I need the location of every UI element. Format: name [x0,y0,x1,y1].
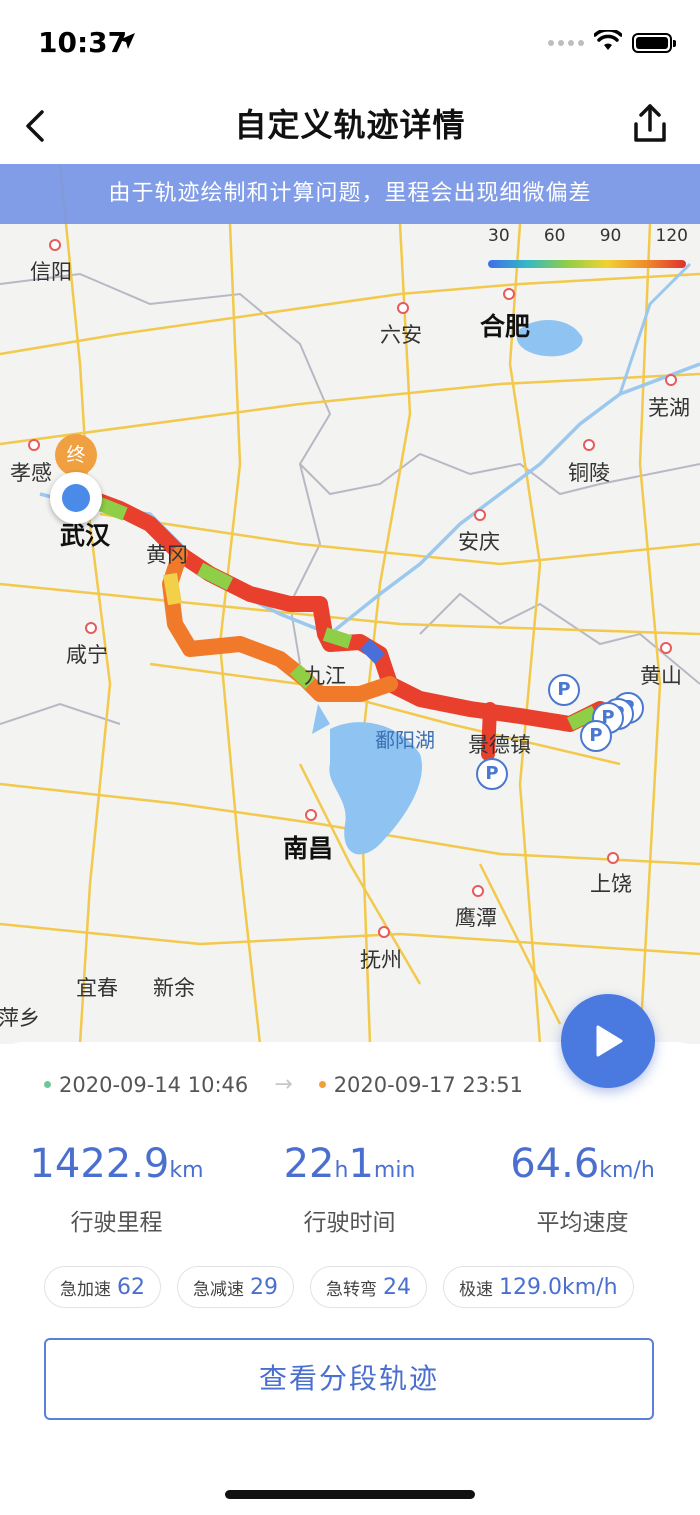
city-dot [474,509,486,521]
event-value: 129.0km/h [499,1274,618,1300]
event-label: 急加速 [60,1279,111,1300]
city-label: 鹰潭 [455,906,497,930]
event-value: 29 [250,1274,278,1300]
event-chip-hard-braking: 急减速 29 [177,1266,294,1308]
city-label: 宜春 [76,976,118,1000]
city-label: 新余 [153,976,195,1000]
city-dot [607,852,619,864]
legend-label: 60 [543,226,566,246]
nav-bar: 自定义轨迹详情 [0,86,700,164]
duration-hours-unit: h [334,1158,349,1183]
city-dot [397,302,409,314]
event-label: 极速 [459,1279,493,1300]
distance-unit: km [169,1158,204,1183]
map-view[interactable]: 由于轨迹绘制和计算问题，里程会出现细微偏差 30 60 90 120 信阳 六安… [0,164,700,1044]
event-chip-top-speed: 极速 129.0km/h [443,1266,634,1308]
share-icon [634,104,666,142]
event-label: 急转弯 [326,1279,377,1300]
legend-label: 120 [655,226,688,246]
end-time: 2020-09-17 23:51 [333,1072,523,1097]
city-label: 孝感 [10,461,52,485]
event-chip-sharp-turn: 急转弯 24 [310,1266,427,1308]
avg-speed-unit: km/h [599,1158,655,1183]
legend-label: 90 [599,226,622,246]
duration-minutes-unit: min [373,1158,416,1183]
map-background [0,164,700,1044]
status-bar: 10:37 [0,0,700,86]
city-dot [583,439,595,451]
end-dot-icon [318,1081,326,1088]
wifi-icon [593,28,623,56]
city-dot [660,642,672,654]
trip-stats: 1422.9km 行驶里程 22h1min 行驶时间 64.6km/h 平均速度 [0,1140,700,1237]
city-label: 九江 [304,664,346,688]
duration-minutes: 1 [348,1141,374,1187]
city-label: 景德镇 [468,733,531,757]
start-dot-icon [44,1081,51,1088]
duration-hours: 22 [283,1141,335,1187]
status-time: 10:37 [38,26,128,59]
city-label: 南昌 [283,834,334,863]
speed-legend: 30 60 90 120 [488,226,688,274]
city-label: 安庆 [458,530,500,554]
city-label: 咸宁 [66,643,108,667]
distance-label: 行驶里程 [70,1210,163,1236]
parking-marker[interactable]: P [476,758,508,790]
play-track-button[interactable] [561,994,655,1088]
city-dot [28,439,40,451]
event-value: 62 [117,1274,145,1300]
view-segments-button[interactable]: 查看分段轨迹 [44,1338,654,1420]
city-dot [472,885,484,897]
parking-marker[interactable]: P [548,674,580,706]
battery-icon [632,33,676,53]
distance-value: 1422.9 [29,1141,170,1187]
speed-gradient-bar [488,260,686,268]
location-arrow-icon [118,32,136,54]
city-label: 合肥 [480,312,531,341]
arrow-right-icon: → [274,1072,293,1097]
start-time: 2020-09-14 10:46 [59,1072,249,1097]
city-label: 黄冈 [146,543,188,567]
distance-stat: 1422.9km 行驶里程 [0,1140,233,1237]
avg-speed-value: 64.6 [510,1141,600,1187]
event-label: 急减速 [193,1279,244,1300]
city-dot [503,288,515,300]
city-dot [665,374,677,386]
avg-speed-stat: 64.6km/h 平均速度 [466,1140,699,1237]
lake-label: 鄱阳湖 [375,728,435,752]
play-icon [596,1025,623,1057]
signal-dots-icon [548,40,584,46]
city-label: 黄山 [640,664,682,688]
avg-speed-label: 平均速度 [536,1210,629,1236]
share-button[interactable] [630,102,670,146]
trip-summary-panel: 2020-09-14 10:46 → 2020-09-17 23:51 1422… [0,1042,700,1515]
home-indicator[interactable] [225,1490,475,1499]
legend-label: 30 [488,226,510,246]
event-value: 24 [383,1274,411,1300]
duration-stat: 22h1min 行驶时间 [233,1140,466,1237]
trip-time-range: 2020-09-14 10:46 → 2020-09-17 23:51 [44,1072,523,1097]
city-label: 铜陵 [568,461,610,485]
city-dot [378,926,390,938]
city-dot [85,622,97,634]
city-label: 上饶 [590,872,632,896]
city-label: 信阳 [30,260,72,284]
page-title: 自定义轨迹详情 [234,106,466,144]
start-marker[interactable] [50,472,102,524]
parking-marker[interactable]: P [580,720,612,752]
city-dot [305,809,317,821]
city-label: 抚州 [360,948,402,972]
duration-label: 行驶时间 [303,1210,396,1236]
end-marker[interactable]: 终 [55,434,97,476]
city-label: 萍乡 [0,1006,40,1030]
city-label: 六安 [380,323,422,347]
driving-events: 急加速 62 急减速 29 急转弯 24 极速 129.0km/h [44,1266,634,1308]
city-dot [49,239,61,251]
city-label: 芜湖 [648,396,690,420]
event-chip-hard-acceleration: 急加速 62 [44,1266,161,1308]
notice-banner: 由于轨迹绘制和计算问题，里程会出现细微偏差 [0,164,700,224]
